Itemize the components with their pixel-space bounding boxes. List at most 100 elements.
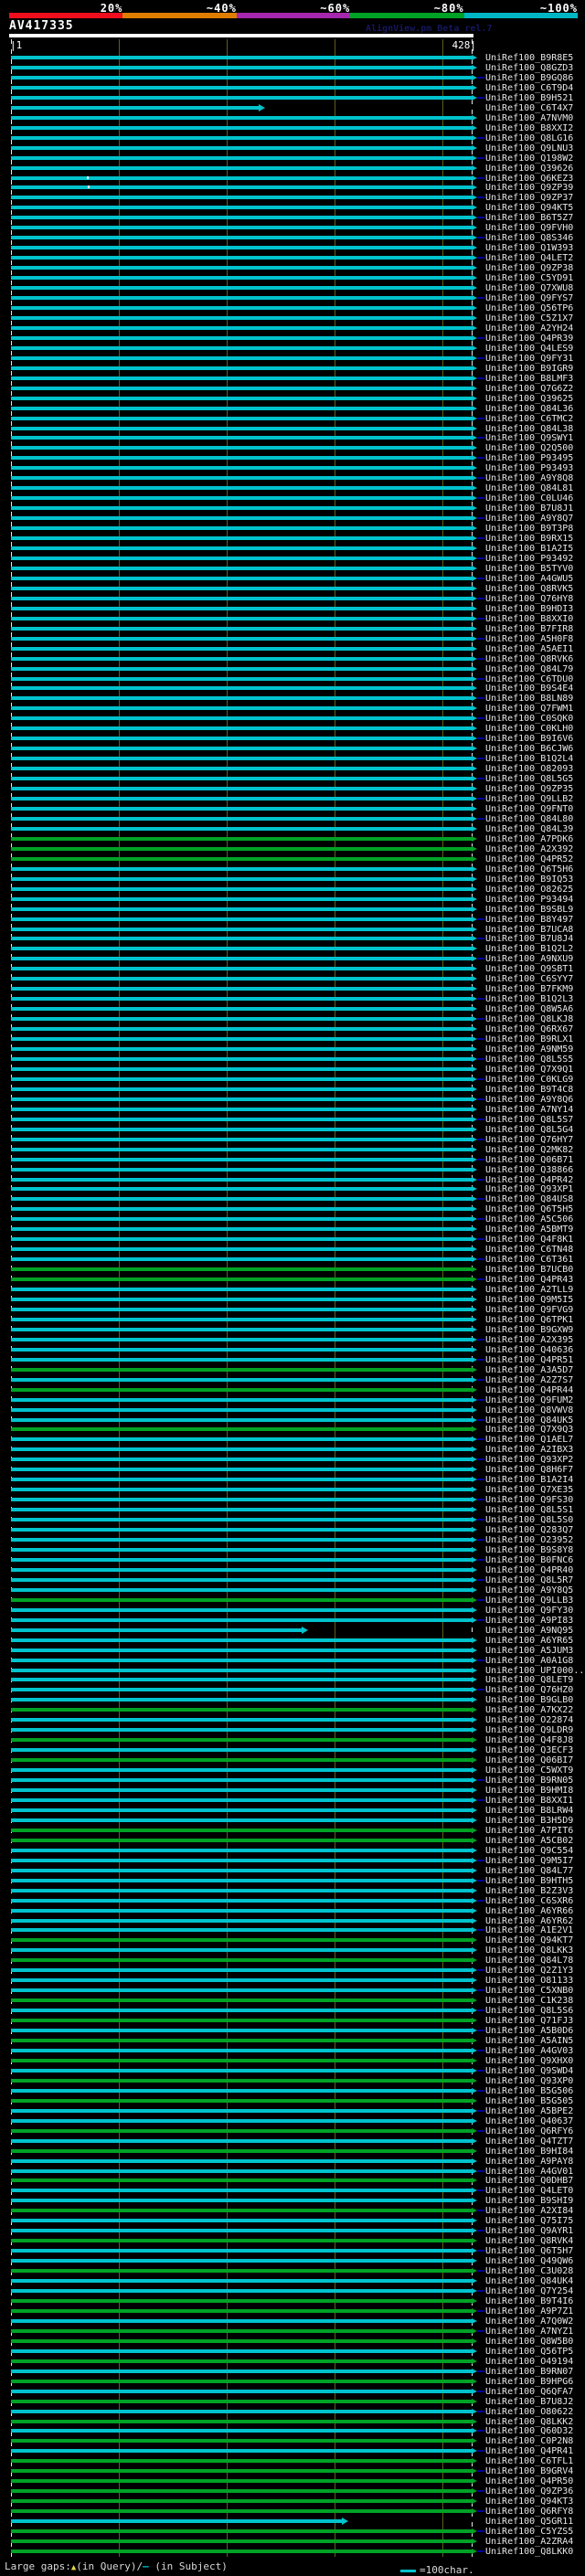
hit-label[interactable]: UniRef100_Q76HY7	[485, 1135, 573, 1145]
hit-label[interactable]: UniRef100_Q8RVK6	[485, 654, 573, 664]
hit-label[interactable]: UniRef100_Q4LES9	[485, 344, 573, 354]
hit-label[interactable]: UniRef100_A0A1G8	[485, 1656, 573, 1666]
hit-label[interactable]: UniRef100_Q9SWY1	[485, 433, 573, 443]
hit-label[interactable]: UniRef100_B8Y497	[485, 915, 573, 925]
hit-label[interactable]: UniRef100_Q9AYR1	[485, 2226, 573, 2236]
hit-label[interactable]: UniRef100_Q4PR44	[485, 1385, 573, 1395]
hit-label[interactable]: UniRef100_B7FIR8	[485, 624, 573, 634]
hit-label[interactable]: UniRef100_Q1AEL7	[485, 1435, 573, 1445]
hit-label[interactable]: UniRef100_Q0DHB7	[485, 2176, 573, 2186]
hit-label[interactable]: UniRef100_Q4PR40	[485, 1565, 573, 1575]
hit-label[interactable]: UniRef100_B9RLX1	[485, 1034, 573, 1044]
hit-label[interactable]: UniRef100_O81133	[485, 1976, 573, 1986]
hit-label[interactable]: UniRef100_Q84L77	[485, 1866, 573, 1876]
hit-label[interactable]: UniRef100_Q84L38	[485, 424, 573, 434]
hit-label[interactable]: UniRef100_Q7XWU8	[485, 283, 573, 293]
hit-label[interactable]: UniRef100_A2ZRA4	[485, 2537, 573, 2547]
hit-label[interactable]: UniRef100_B5G506	[485, 2086, 573, 2096]
hit-label[interactable]: UniRef100_A7NYZ1	[485, 2327, 573, 2337]
hit-label[interactable]: UniRef100_A4GWU5	[485, 574, 573, 584]
hit-label[interactable]: UniRef100_C3U028	[485, 2266, 573, 2276]
hit-label[interactable]: UniRef100_Q4F8K1	[485, 1235, 573, 1245]
hit-label[interactable]: UniRef100_A5C506	[485, 1214, 573, 1224]
hit-label[interactable]: UniRef100_Q4PR42	[485, 1175, 573, 1185]
hit-label[interactable]: UniRef100_Q2Z1Y3	[485, 1966, 573, 1976]
hit-label[interactable]: UniRef100_Q8W5B0	[485, 2337, 573, 2347]
hit-label[interactable]: UniRef100_O49194	[485, 2357, 573, 2367]
hit-label[interactable]: UniRef100_Q40636	[485, 1345, 573, 1355]
hit-label[interactable]: UniRef100_Q9ZP37	[485, 193, 573, 203]
hit-label[interactable]: UniRef100_A5CB02	[485, 1836, 573, 1846]
hit-label[interactable]: UniRef100_B1Q2L2	[485, 944, 573, 954]
hit-label[interactable]: UniRef100_Q93XP2	[485, 1455, 573, 1465]
hit-label[interactable]: UniRef100_A7PIT6	[485, 1826, 573, 1836]
hit-label[interactable]: UniRef100_C6T361	[485, 1255, 573, 1265]
hit-label[interactable]: UniRef100_B5G505	[485, 2096, 573, 2106]
hit-label[interactable]: UniRef100_A1E2V1	[485, 1925, 573, 1935]
hit-label[interactable]: UniRef100_Q71FJ3	[485, 2016, 573, 2026]
hit-label[interactable]: UniRef100_Q8L5S5	[485, 1055, 573, 1065]
hit-label[interactable]: UniRef100_A4GV01	[485, 2167, 573, 2177]
hit-label[interactable]: UniRef100_A5JUM3	[485, 1646, 573, 1656]
hit-label[interactable]: UniRef100_A6YR62	[485, 1916, 573, 1926]
hit-label[interactable]: UniRef100_B1A2I4	[485, 1475, 573, 1485]
hit-label[interactable]: UniRef100_C5YD91	[485, 273, 573, 283]
hit-label[interactable]: UniRef100_Q4F8J8	[485, 1735, 573, 1745]
hit-label[interactable]: UniRef100_Q84L78	[485, 1956, 573, 1966]
hit-label[interactable]: UniRef100_Q8L5G4	[485, 1125, 573, 1135]
hit-label[interactable]: UniRef100_A2IBX3	[485, 1445, 573, 1455]
hit-label[interactable]: UniRef100_A9Y8Q5	[485, 1585, 573, 1595]
hit-label[interactable]: UniRef100_Q9XHX0	[485, 2056, 573, 2066]
hit-label[interactable]: UniRef100_Q8LKK2	[485, 2417, 573, 2427]
hit-label[interactable]: UniRef100_Q8VWV8	[485, 1405, 573, 1415]
hit-label[interactable]: UniRef100_B7UCA8	[485, 925, 573, 935]
hit-label[interactable]: UniRef100_Q76HY8	[485, 594, 573, 604]
hit-label[interactable]: UniRef100_Q9ZP35	[485, 784, 573, 794]
hit-label[interactable]: UniRef100_C0P2N8	[485, 2436, 573, 2446]
hit-label[interactable]: UniRef100_C0SQK0	[485, 714, 573, 724]
hit-label[interactable]: UniRef100_B7UCB0	[485, 1265, 573, 1275]
hit-label[interactable]: UniRef100_Q7Y254	[485, 2286, 573, 2296]
hit-label[interactable]: UniRef100_B9HDI3	[485, 604, 573, 614]
hit-label[interactable]: UniRef100_A2XI84	[485, 2206, 573, 2216]
hit-label[interactable]: UniRef100_Q5GR11	[485, 2517, 573, 2527]
hit-label[interactable]: UniRef100_Q8GZD3	[485, 63, 573, 73]
hit-label[interactable]: UniRef100_A9P7Z1	[485, 2306, 573, 2316]
hit-label[interactable]: UniRef100_A5AIN5	[485, 2036, 573, 2046]
hit-label[interactable]: UniRef100_Q9FYS7	[485, 293, 573, 303]
hit-label[interactable]: UniRef100_Q4TZT7	[485, 2136, 573, 2147]
hit-label[interactable]: UniRef100_Q9ZP36	[485, 2486, 573, 2496]
hit-label[interactable]: UniRef100_A7KX22	[485, 1705, 573, 1715]
hit-label[interactable]: UniRef100_B8XXI2	[485, 123, 573, 133]
hit-label[interactable]: UniRef100_Q8L5S7	[485, 1115, 573, 1125]
hit-label[interactable]: UniRef100_B2Z3V3	[485, 1886, 573, 1896]
hit-label[interactable]: UniRef100_A4GV03	[485, 2046, 573, 2056]
hit-label[interactable]: UniRef100_Q93XP0	[485, 2076, 573, 2086]
hit-label[interactable]: UniRef100_A5H0F8	[485, 634, 573, 644]
hit-label[interactable]: UniRef100_Q8LKJ8	[485, 1014, 573, 1024]
hit-label[interactable]: UniRef100_Q39626	[485, 164, 573, 174]
hit-label[interactable]: UniRef100_A7Q0W2	[485, 2316, 573, 2327]
hit-label[interactable]: UniRef100_C0KLH0	[485, 724, 573, 734]
hit-label[interactable]: UniRef100_Q8L5S1	[485, 1505, 573, 1515]
hit-label[interactable]: UniRef100_B1A2I5	[485, 544, 573, 554]
hit-label[interactable]: UniRef100_B9IGR9	[485, 364, 573, 374]
hit-label[interactable]: UniRef100_O82093	[485, 764, 573, 774]
hit-label[interactable]: UniRef100_C6T4X7	[485, 103, 573, 113]
hit-label[interactable]: UniRef100_B9HI84	[485, 2147, 573, 2157]
hit-label[interactable]: UniRef100_Q9ZP38	[485, 263, 573, 273]
hit-label[interactable]: UniRef100_Q38866	[485, 1165, 573, 1175]
hit-label[interactable]: UniRef100_A9Y8Q8	[485, 473, 573, 483]
hit-label[interactable]: UniRef100_Q4PR52	[485, 854, 573, 864]
hit-label[interactable]: UniRef100_Q1W393	[485, 243, 573, 253]
hit-label[interactable]: UniRef100_Q4PR51	[485, 1355, 573, 1365]
hit-label[interactable]: UniRef100_B8LRW4	[485, 1806, 573, 1816]
hit-label[interactable]: UniRef100_Q9SWD4	[485, 2066, 573, 2076]
hit-label[interactable]: UniRef100_Q3ECF3	[485, 1745, 573, 1755]
hit-label[interactable]: UniRef100_B3H5D9	[485, 1816, 573, 1826]
hit-label[interactable]: UniRef100_Q9FVG9	[485, 1305, 573, 1315]
hit-label[interactable]: UniRef100_Q9LDR9	[485, 1725, 573, 1735]
hit-label[interactable]: UniRef100_A9NXU9	[485, 954, 573, 964]
hit-label[interactable]: UniRef100_Q6TPK1	[485, 1315, 573, 1325]
hit-label[interactable]: UniRef100_B7U8J4	[485, 934, 573, 944]
